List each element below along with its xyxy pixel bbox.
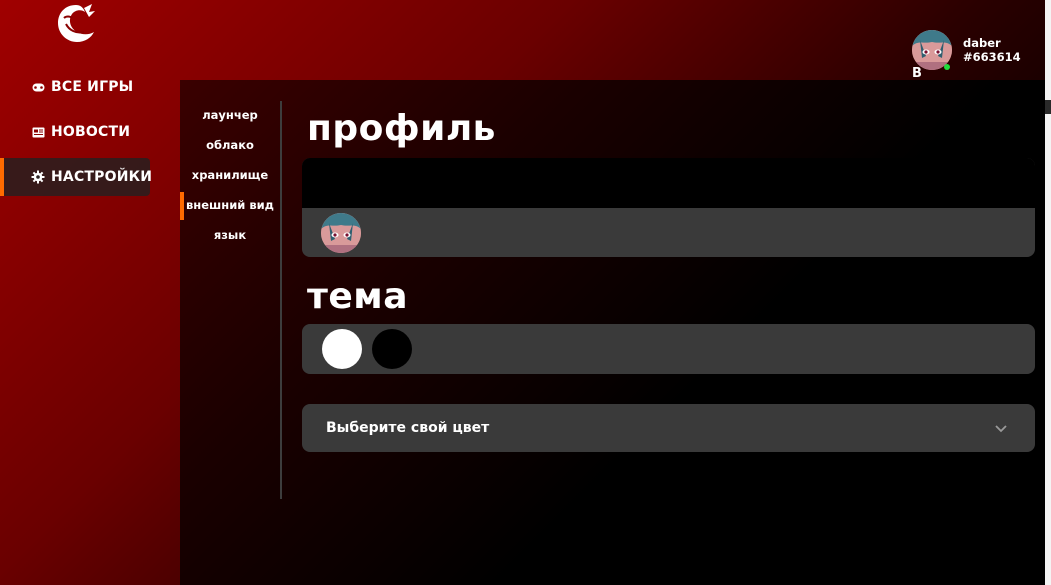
scrollbar[interactable] xyxy=(1045,0,1051,585)
profile-card xyxy=(302,158,1035,257)
online-status-dot xyxy=(944,64,950,70)
nav-all-games-label: ВСЕ ИГРЫ xyxy=(51,79,134,95)
username: daber xyxy=(963,36,1001,50)
subnav-cloud-label: облако xyxy=(206,138,254,152)
scrollbar-thumb[interactable] xyxy=(1045,100,1051,114)
theme-dark-swatch[interactable] xyxy=(372,329,412,369)
subnav-launcher-label: лаунчер xyxy=(202,108,258,122)
subnav-appearance[interactable]: внешний вид xyxy=(180,190,280,220)
profile-avatar[interactable] xyxy=(321,212,361,253)
username-block: daber #663614 xyxy=(963,36,1021,64)
theme-card xyxy=(302,324,1035,374)
theme-heading: тема xyxy=(307,276,408,317)
profile-banner[interactable] xyxy=(302,158,1035,208)
color-select[interactable]: Выберите свой цвет xyxy=(302,404,1035,452)
subnav-launcher[interactable]: лаунчер xyxy=(180,100,280,130)
subnav-storage-label: хранилище xyxy=(191,168,269,182)
nav-settings-label: НАСТРОЙКИ xyxy=(51,169,153,185)
subnav-storage[interactable]: хранилище xyxy=(180,160,280,190)
subnav-language[interactable]: язык xyxy=(180,220,280,250)
nav-news[interactable]: НОВОСТИ xyxy=(0,113,150,151)
color-select-placeholder: Выберите свой цвет xyxy=(326,420,490,436)
theme-light-swatch[interactable] xyxy=(322,329,362,369)
subnav-appearance-label: внешний вид xyxy=(186,198,274,212)
subnav-cloud[interactable]: облако xyxy=(180,130,280,160)
settings-subnav: лаунчер облако хранилище внешний вид язы… xyxy=(180,100,280,250)
chevron-down-icon xyxy=(995,421,1007,437)
nav-news-label: НОВОСТИ xyxy=(51,124,131,140)
avatar-initial: B xyxy=(912,66,922,81)
gamepad-icon xyxy=(31,80,45,94)
gear-icon xyxy=(31,170,45,184)
user-tag: #663614 xyxy=(963,50,1021,64)
app-logo xyxy=(54,2,98,44)
news-icon xyxy=(31,125,45,139)
nav-settings[interactable]: НАСТРОЙКИ xyxy=(0,158,153,196)
profile-heading: профиль xyxy=(307,108,496,149)
profile-avatar-row xyxy=(302,208,1035,257)
subnav-language-label: язык xyxy=(213,228,247,242)
settings-panel: лаунчер облако хранилище внешний вид язы… xyxy=(180,80,1045,585)
subnav-divider xyxy=(280,101,282,499)
nav-all-games[interactable]: ВСЕ ИГРЫ xyxy=(0,68,150,106)
